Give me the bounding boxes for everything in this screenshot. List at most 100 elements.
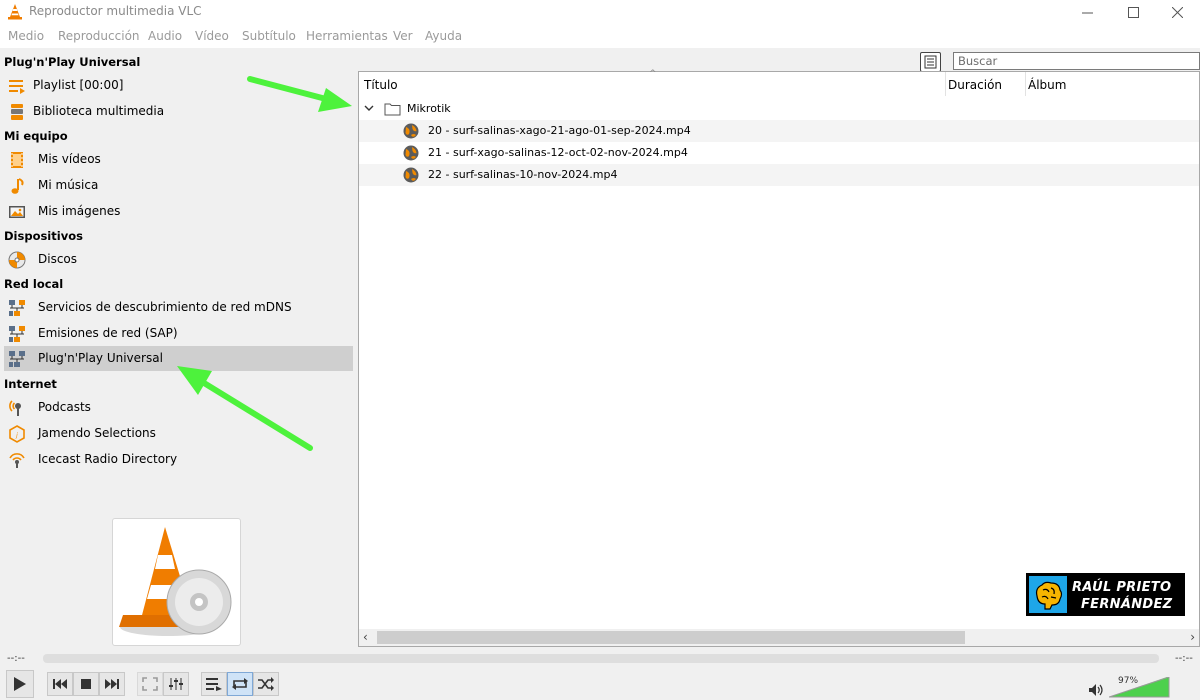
loop-icon	[232, 678, 248, 690]
sidebar-item-icecast[interactable]: Icecast Radio Directory	[4, 447, 353, 472]
section-mi-equipo: Mi equipo	[4, 129, 68, 143]
file-row[interactable]: 21 - surf-xago-salinas-12-oct-02-nov-202…	[359, 142, 1199, 164]
play-icon	[14, 677, 26, 691]
chevron-down-icon[interactable]	[364, 104, 374, 112]
jamendo-icon: j	[9, 425, 25, 443]
next-icon	[105, 679, 119, 689]
menu-herramientas[interactable]: Herramientas	[306, 29, 388, 43]
minimize-button[interactable]	[1064, 0, 1110, 24]
svg-text:j: j	[15, 432, 18, 439]
menu-reproduccion[interactable]: Reproducción	[58, 29, 140, 43]
network-icon	[9, 300, 25, 316]
sidebar-item-mi-musica[interactable]: Mi música	[4, 173, 353, 198]
folder-row[interactable]: Mikrotik	[359, 98, 1199, 120]
menu-audio[interactable]: Audio	[148, 29, 182, 43]
maximize-button[interactable]	[1110, 0, 1156, 24]
menu-ayuda[interactable]: Ayuda	[425, 29, 462, 43]
remaining-time: --:--	[1175, 653, 1193, 664]
scroll-left-icon[interactable]: ‹	[363, 630, 368, 644]
playback-controls: 97%	[0, 670, 1200, 700]
file-name: 20 - surf-salinas-xago-21-ago-01-sep-202…	[428, 124, 691, 137]
sidebar-item-label: Mis vídeos	[38, 152, 101, 166]
shuffle-icon	[258, 677, 274, 691]
film-icon	[11, 152, 23, 168]
menu-medio[interactable]: Medio	[8, 29, 44, 43]
scroll-right-icon[interactable]: ›	[1190, 630, 1195, 644]
sidebar-item-sap[interactable]: Emisiones de red (SAP)	[4, 321, 353, 346]
volume-slider[interactable]	[1109, 677, 1197, 699]
sidebar-item-label: Emisiones de red (SAP)	[38, 326, 178, 340]
equalizer-icon	[169, 678, 183, 690]
stop-button[interactable]	[73, 672, 99, 696]
sidebar: Plug'n'Play Universal Playlist [00:00] B…	[0, 48, 358, 648]
horizontal-scrollbar[interactable]: ‹ ›	[359, 629, 1199, 646]
scrollbar-thumb[interactable]	[377, 631, 965, 644]
section-internet: Internet	[4, 377, 57, 391]
previous-icon	[53, 679, 67, 689]
disc-icon	[8, 251, 26, 269]
title-bar: Reproductor multimedia VLC	[0, 0, 1200, 24]
author-watermark: RAÚL PRIETO FERNÁNDEZ	[1026, 573, 1185, 616]
watermark-line2: FERNÁNDEZ	[1081, 597, 1173, 612]
music-note-icon	[11, 178, 24, 194]
network-media-icon	[403, 123, 419, 139]
network-icon	[9, 351, 25, 367]
sidebar-item-mis-videos[interactable]: Mis vídeos	[4, 147, 353, 172]
sidebar-item-label: Podcasts	[38, 400, 91, 414]
speaker-icon[interactable]	[1088, 683, 1104, 697]
sidebar-item-playlist[interactable]: Playlist [00:00]	[4, 73, 353, 98]
sidebar-item-media-library[interactable]: Biblioteca multimedia	[4, 99, 353, 124]
playlist-icon	[9, 80, 25, 94]
extended-settings-button[interactable]	[163, 672, 189, 696]
sidebar-item-mdns[interactable]: Servicios de descubrimiento de red mDNS	[4, 295, 353, 320]
volume-control: 97%	[1087, 670, 1197, 700]
sidebar-item-podcasts[interactable]: Podcasts	[4, 395, 353, 420]
list-view-icon	[924, 55, 937, 69]
sidebar-item-label: Servicios de descubrimiento de red mDNS	[38, 300, 292, 314]
previous-button[interactable]	[47, 672, 73, 696]
sidebar-item-label: Discos	[38, 252, 78, 266]
menu-subtitulo[interactable]: Subtítulo	[242, 29, 296, 43]
brain-logo-icon	[1029, 576, 1067, 613]
loop-button[interactable]	[227, 672, 253, 696]
column-header-album[interactable]: Álbum	[1026, 72, 1196, 98]
seek-slider[interactable]	[43, 654, 1159, 663]
sidebar-item-discos[interactable]: Discos	[4, 247, 353, 272]
elapsed-time: --:--	[7, 653, 25, 664]
column-header-label: Duración	[948, 78, 1003, 92]
sidebar-item-label: Biblioteca multimedia	[33, 104, 165, 118]
podcast-icon	[9, 400, 21, 416]
view-mode-button[interactable]	[920, 52, 941, 72]
sidebar-current-title: Plug'n'Play Universal	[4, 55, 141, 69]
play-button[interactable]	[6, 670, 34, 698]
close-icon	[1171, 6, 1183, 18]
sidebar-item-label: Icecast Radio Directory	[38, 452, 178, 466]
sidebar-item-mis-imagenes[interactable]: Mis imágenes	[4, 199, 353, 224]
vlc-cone-disc-icon	[119, 527, 232, 636]
sidebar-item-label: Mis imágenes	[38, 204, 121, 218]
seek-area: --:-- --:--	[0, 648, 1200, 670]
media-library-icon	[11, 104, 23, 120]
sidebar-item-upnp[interactable]: Plug'n'Play Universal	[4, 346, 353, 371]
toggle-playlist-button[interactable]	[201, 672, 227, 696]
menu-ver[interactable]: Ver	[393, 29, 413, 43]
close-button[interactable]	[1154, 0, 1200, 24]
maximize-icon	[1127, 6, 1139, 18]
file-name: 22 - surf-salinas-10-nov-2024.mp4	[428, 168, 618, 181]
menu-video[interactable]: Vídeo	[195, 29, 229, 43]
search-input[interactable]	[953, 52, 1200, 70]
stop-icon	[81, 679, 91, 689]
column-header-label: Álbum	[1028, 78, 1067, 92]
menu-bar: Medio Reproducción Audio Vídeo Subtítulo…	[0, 24, 1200, 48]
sidebar-item-label: Playlist [00:00]	[33, 78, 124, 92]
column-header-duration[interactable]: Duración	[946, 72, 1026, 98]
file-row[interactable]: 20 - surf-salinas-xago-21-ago-01-sep-202…	[359, 120, 1199, 142]
shuffle-button[interactable]	[253, 672, 279, 696]
file-row[interactable]: 22 - surf-salinas-10-nov-2024.mp4	[359, 164, 1199, 186]
sidebar-item-jamendo[interactable]: j Jamendo Selections	[4, 421, 353, 446]
section-dispositivos: Dispositivos	[4, 229, 83, 243]
sidebar-item-label: Plug'n'Play Universal	[38, 351, 163, 365]
next-button[interactable]	[99, 672, 125, 696]
fullscreen-button[interactable]	[137, 672, 163, 696]
column-header-title[interactable]: Título	[359, 72, 945, 98]
